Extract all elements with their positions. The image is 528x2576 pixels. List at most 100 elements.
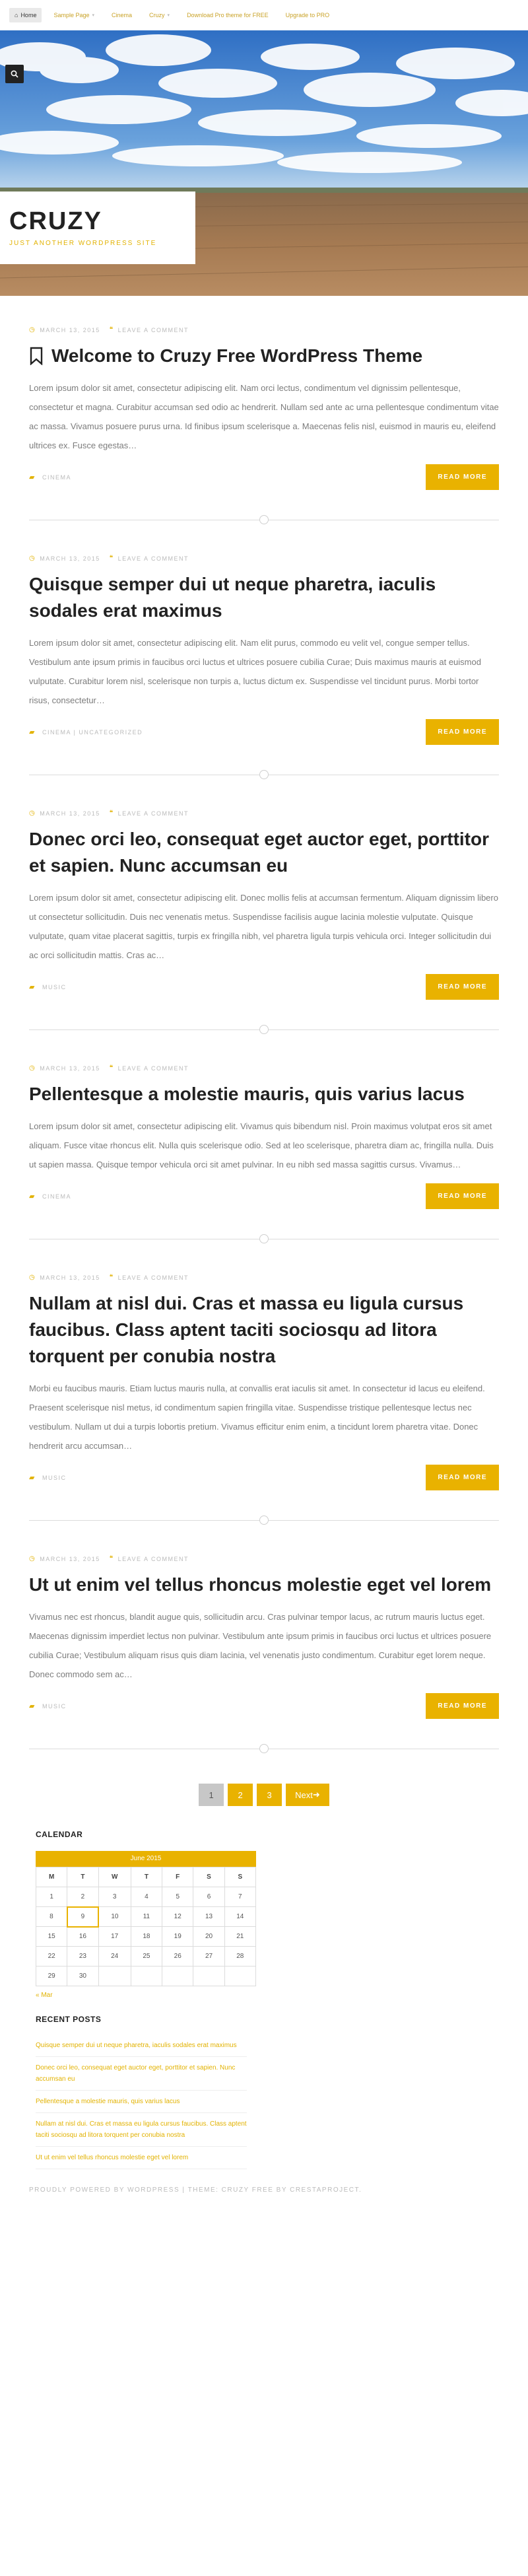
comment-icon: ❝ (109, 1274, 114, 1281)
post-title[interactable]: Welcome to Cruzy Free WordPress Theme (51, 343, 422, 369)
read-more-button[interactable]: READ MORE (426, 974, 499, 1000)
calendar-prev-link[interactable]: « Mar (36, 1992, 499, 1999)
category-link[interactable]: CINEMA (42, 474, 71, 481)
post-date[interactable]: ◷ MARCH 13, 2015 (29, 555, 100, 562)
calendar-day: 12 (162, 1906, 194, 1927)
post-meta: ◷ MARCH 13, 2015 ❝ LEAVE A COMMENT (29, 1274, 499, 1281)
recent-post-link[interactable]: Nullam at nisl dui. Cras et massa eu lig… (36, 2113, 247, 2147)
category-link[interactable]: MUSIC (42, 1703, 67, 1710)
recent-post-link[interactable]: Donec orci leo, consequat eget auctor eg… (36, 2057, 247, 2091)
calendar-table: MTWTFSS 1 2 3 4 5 6 7 8 9 10 11 12 13 14 15 16 17 18 19 20 2… (35, 1867, 257, 1986)
post-title[interactable]: Nullam at nisl dui. Cras et massa eu lig… (29, 1290, 499, 1370)
recent-posts-title: RECENT POSTS (36, 2015, 102, 2024)
comment-link[interactable]: ❝ LEAVE A COMMENT (110, 1555, 189, 1562)
read-more-button[interactable]: READ MORE (426, 1183, 499, 1209)
category-link[interactable]: CINEMA (42, 1193, 71, 1200)
calendar-title: CALENDAR (36, 1830, 83, 1839)
post-title-row: Welcome to Cruzy Free WordPress Theme (29, 343, 499, 369)
calendar-widget: CALENDAR June 2015 MTWTFSS 1 2 3 4 5 6 7 8 9 10 11… (35, 1830, 499, 1999)
recent-post-link[interactable]: Quisque semper dui ut neque pharetra, ia… (36, 2035, 247, 2057)
calendar-weekday: S (193, 1867, 225, 1887)
post-separator (29, 1515, 499, 1525)
clock-icon: ◷ (29, 555, 36, 562)
calendar-day (193, 1966, 225, 1986)
post-categories: ▰ CINEMA | UNCATEGORIZED (29, 728, 143, 736)
nav-item-label: Cinema (112, 12, 133, 18)
category-link[interactable]: MUSIC (42, 984, 67, 991)
recent-post-link[interactable]: Pellentesque a molestie mauris, quis var… (36, 2091, 247, 2113)
post-date[interactable]: ◷ MARCH 13, 2015 (29, 1274, 100, 1281)
post-date[interactable]: ◷ MARCH 13, 2015 (29, 1064, 100, 1072)
calendar-caption: June 2015 (36, 1851, 256, 1867)
calendar-day: 29 (35, 1966, 68, 1986)
post-title[interactable]: Quisque semper dui ut neque pharetra, ia… (29, 571, 499, 624)
comment-link[interactable]: ❝ LEAVE A COMMENT (110, 1064, 189, 1072)
post-date-text: MARCH 13, 2015 (40, 326, 100, 333)
comment-link-text: LEAVE A COMMENT (117, 1274, 189, 1281)
page-current: 1 (199, 1784, 224, 1806)
nav-item-1[interactable]: Sample Page ▾ (48, 8, 100, 22)
calendar-week: 29 30 (35, 1966, 257, 1986)
comment-icon: ❝ (109, 555, 114, 562)
site-tagline: JUST ANOTHER WORDPRESS SITE (9, 240, 157, 247)
post-title[interactable]: Pellentesque a molestie mauris, quis var… (29, 1081, 499, 1107)
site-title[interactable]: CRUZY (9, 207, 186, 236)
read-more-button[interactable]: READ MORE (426, 1693, 499, 1719)
next-label: Next (295, 1790, 313, 1800)
page-link[interactable]: 2 (228, 1784, 253, 1806)
comment-link-text: LEAVE A COMMENT (117, 1555, 189, 1562)
calendar-weekday: W (98, 1867, 131, 1887)
pagination: 1 2 3 Next ➜ (29, 1784, 499, 1806)
calendar-day: 25 (130, 1946, 163, 1967)
comment-link[interactable]: ❝ LEAVE A COMMENT (110, 326, 189, 333)
calendar-day: 27 (193, 1946, 225, 1967)
search-button[interactable] (5, 65, 24, 83)
nav-item-0[interactable]: ⌂ Home (9, 8, 42, 22)
calendar-day (130, 1966, 163, 1986)
post-date[interactable]: ◷ MARCH 13, 2015 (29, 1555, 100, 1562)
post-title[interactable]: Donec orci leo, consequat eget auctor eg… (29, 826, 499, 879)
post-entry: ◷ MARCH 13, 2015 ❝ LEAVE A COMMENT Ut ut eni… (29, 1525, 499, 1753)
comment-link[interactable]: ❝ LEAVE A COMMENT (110, 1274, 189, 1281)
post-excerpt: Vivamus nec est rhoncus, blandit augue q… (29, 1612, 492, 1679)
post-separator (29, 515, 499, 524)
comment-link-text: LEAVE A COMMENT (117, 326, 189, 333)
category-link[interactable]: MUSIC (42, 1475, 67, 1481)
folder-icon: ▰ (29, 1702, 36, 1710)
calendar-day: 13 (193, 1906, 225, 1927)
post-meta: ◷ MARCH 13, 2015 ❝ LEAVE A COMMENT (29, 555, 499, 562)
category-link[interactable]: CINEMA | UNCATEGORIZED (42, 729, 143, 736)
nav-item-label: Sample Page (53, 12, 90, 18)
post-date-text: MARCH 13, 2015 (40, 1064, 100, 1072)
calendar-week: 22 23 24 25 26 27 28 (35, 1946, 257, 1967)
post-title[interactable]: Ut ut enim vel tellus rhoncus molestie e… (29, 1572, 499, 1598)
post-footer: ▰ MUSIC READ MORE (29, 1693, 499, 1719)
comment-icon: ❝ (109, 326, 114, 333)
nav-item-2[interactable]: Cinema (106, 8, 137, 22)
read-more-button[interactable]: READ MORE (426, 464, 499, 490)
clock-icon: ◷ (29, 326, 36, 333)
next-page-button[interactable]: Next ➜ (286, 1784, 329, 1806)
footer-credit[interactable]: PROUDLY POWERED BY WORDPRESS | THEME: CR… (29, 2186, 362, 2194)
nav-item-5[interactable]: Upgrade to PRO (280, 8, 335, 22)
clock-icon: ◷ (29, 810, 36, 817)
comment-link[interactable]: ❝ LEAVE A COMMENT (110, 810, 189, 817)
post-separator (29, 1025, 499, 1034)
post-entry: ◷ MARCH 13, 2015 ❝ LEAVE A COMMENT Nullam at… (29, 1243, 499, 1525)
top-navigation: ⌂ Home Sample Page ▾ Cinema Cruzy ▾ Download Pr… (0, 0, 528, 30)
nav-item-4[interactable]: Download Pro theme for FREE (182, 8, 274, 22)
calendar-day (98, 1966, 131, 1986)
read-more-button[interactable]: READ MORE (426, 719, 499, 745)
nav-item-3[interactable]: Cruzy ▾ (144, 8, 175, 22)
calendar-day: 14 (224, 1906, 257, 1927)
post-footer: ▰ MUSIC READ MORE (29, 1465, 499, 1490)
comment-link[interactable]: ❝ LEAVE A COMMENT (110, 555, 189, 562)
search-icon (11, 70, 18, 78)
page-link[interactable]: 3 (257, 1784, 282, 1806)
post-date[interactable]: ◷ MARCH 13, 2015 (29, 810, 100, 817)
calendar-day: 8 (35, 1906, 68, 1927)
recent-post-link[interactable]: Ut ut enim vel tellus rhoncus molestie e… (36, 2147, 247, 2169)
read-more-button[interactable]: READ MORE (426, 1465, 499, 1490)
post-date[interactable]: ◷ MARCH 13, 2015 (29, 326, 100, 333)
post-footer: ▰ CINEMA READ MORE (29, 464, 499, 490)
